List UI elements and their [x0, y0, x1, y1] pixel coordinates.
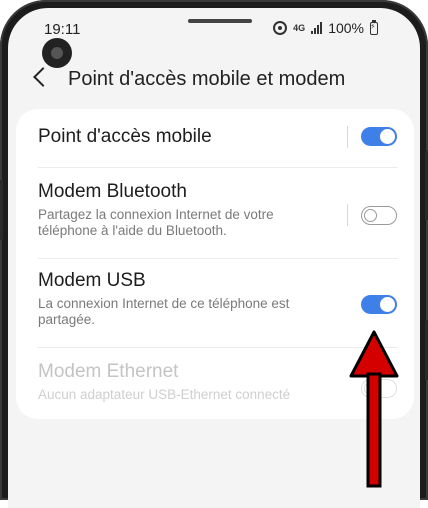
row-divider [38, 258, 398, 259]
earpiece-speaker [188, 19, 252, 23]
status-icons: 4G 100% [273, 19, 378, 36]
annotation-arrow-icon [349, 330, 399, 488]
status-time: 19:11 [44, 21, 81, 38]
setting-description: Partagez la connexion Internet de votre … [38, 207, 274, 238]
signal-icon [311, 22, 323, 34]
battery-percent: 100% [328, 20, 364, 36]
mobile-hotspot-toggle[interactable] [361, 127, 397, 146]
setting-description: Aucun adaptateur USB-Ethernet connecté [38, 387, 291, 402]
network-type-label: 4G [293, 22, 306, 33]
vertical-separator [347, 126, 348, 148]
row-divider [38, 347, 398, 348]
usb-tethering-toggle[interactable] [361, 295, 397, 314]
setting-title: Point d'accès mobile [38, 126, 212, 147]
hotspot-icon [273, 21, 288, 35]
setting-title: Modem Bluetooth [38, 181, 187, 202]
setting-row-mobile-hotspot[interactable]: Point d'accès mobile [38, 126, 394, 148]
battery-charging-icon [370, 19, 378, 35]
phone-frame: 19:11 4G 100% Point d'accès mobile et mo… [0, 0, 428, 508]
page-title: Point d'accès mobile et modem [68, 68, 346, 90]
front-camera-icon [42, 38, 72, 68]
vertical-separator [347, 204, 348, 226]
toggle-knob [380, 129, 395, 144]
setting-row-usb-tethering[interactable]: Modem USB La connexion Internet de ce té… [38, 270, 394, 328]
toggle-knob [364, 208, 377, 222]
bluetooth-tethering-toggle[interactable] [361, 206, 397, 225]
row-divider [38, 167, 398, 168]
annotation-arrow-shaft [366, 372, 382, 488]
annotation-arrow-head [349, 330, 399, 378]
setting-title: Modem Ethernet [38, 361, 179, 382]
setting-description: La connexion Internet de ce téléphone es… [38, 296, 290, 327]
setting-row-bluetooth-tethering[interactable]: Modem Bluetooth Partagez la connexion In… [38, 181, 394, 239]
camera-lens [51, 47, 63, 59]
phone-side-button [0, 180, 3, 240]
back-chevron-icon[interactable] [33, 67, 53, 87]
setting-row-ethernet-tethering: Modem Ethernet Aucun adaptateur USB-Ethe… [38, 361, 394, 403]
setting-title: Modem USB [38, 270, 146, 291]
toggle-knob [380, 297, 395, 312]
